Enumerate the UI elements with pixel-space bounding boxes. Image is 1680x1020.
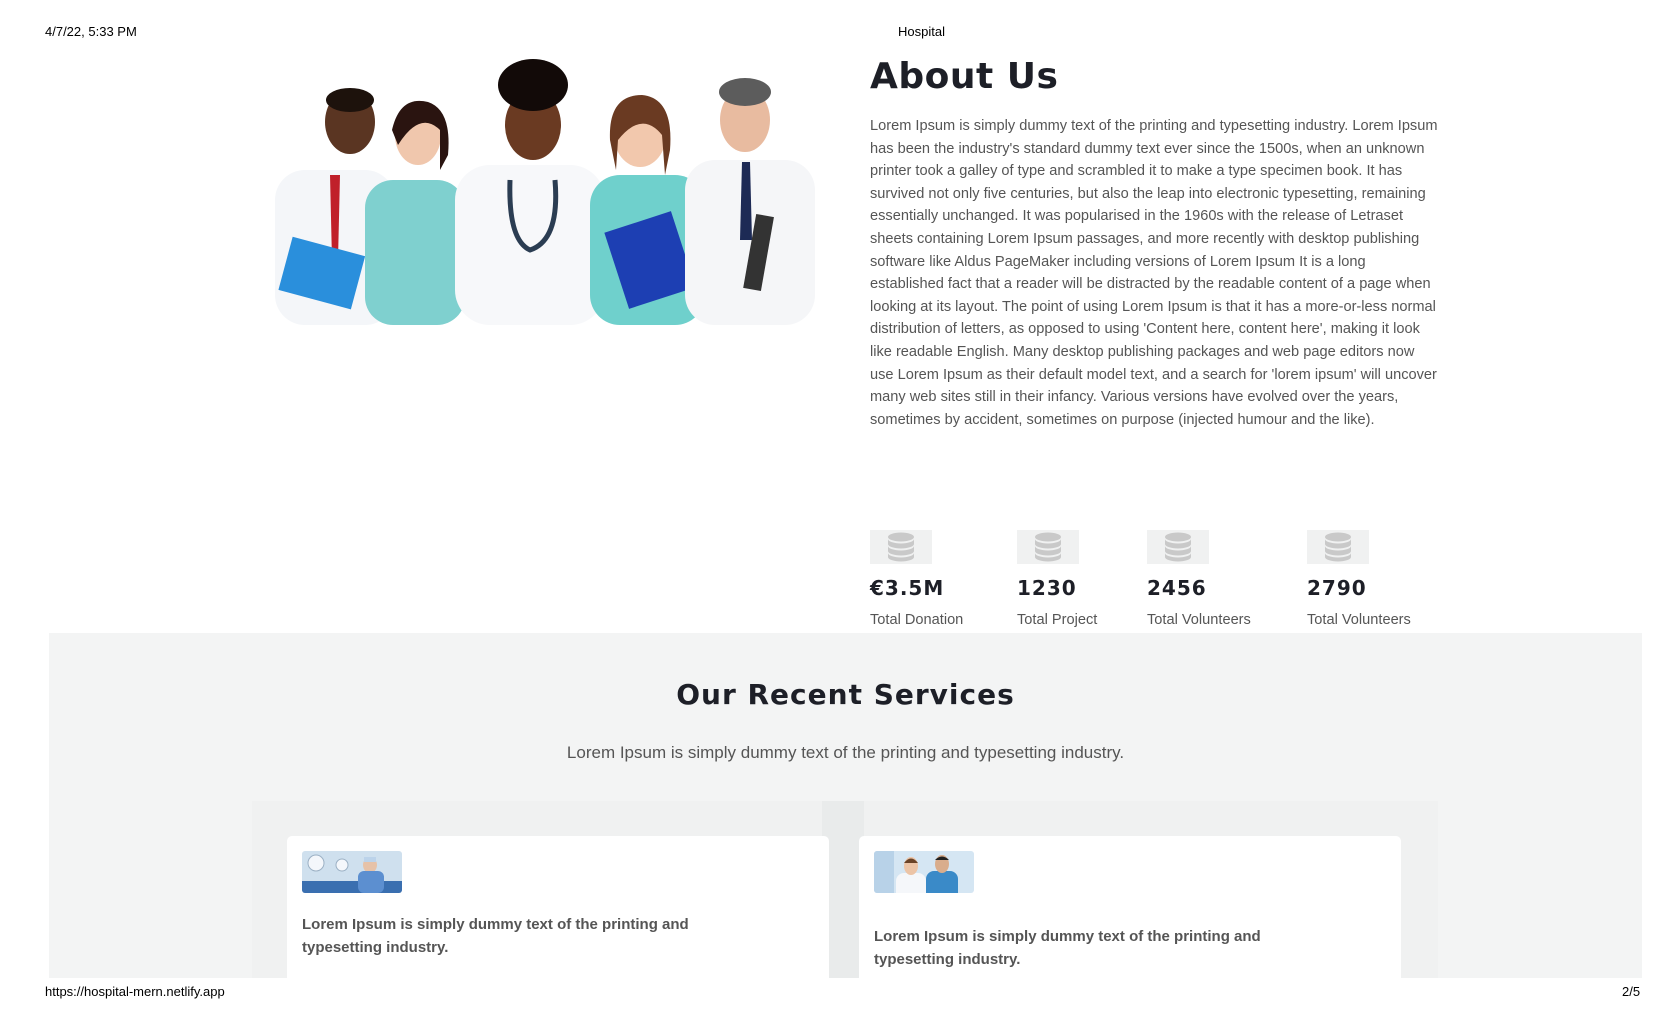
services-title: Our Recent Services bbox=[676, 678, 1015, 711]
doctors-group-image bbox=[270, 50, 820, 325]
stat-total-project: 1230 Total Project bbox=[1017, 530, 1097, 628]
print-page-title: Hospital bbox=[898, 24, 945, 39]
services-section: Our Recent Services Lorem Ipsum is simpl… bbox=[49, 633, 1642, 978]
stat-label: Total Project bbox=[1017, 612, 1098, 628]
database-icon bbox=[1017, 530, 1079, 564]
stat-value: 1230 bbox=[1017, 576, 1077, 600]
service-card[interactable]: Lorem Ipsum is simply dummy text of the … bbox=[287, 836, 829, 978]
database-icon bbox=[870, 530, 932, 564]
print-url: https://hospital-mern.netlify.app bbox=[45, 984, 225, 999]
database-icon bbox=[1307, 530, 1369, 564]
stat-value: 2790 bbox=[1307, 576, 1367, 600]
print-page-number: 2/5 bbox=[1622, 984, 1641, 999]
stat-total-volunteers: 2456 Total Volunteers bbox=[1147, 530, 1251, 628]
stat-value: €3.5M bbox=[870, 576, 945, 600]
stat-total-volunteers-2: 2790 Total Volunteers bbox=[1307, 530, 1411, 628]
about-section: About Us Lorem Ipsum is simply dummy tex… bbox=[870, 56, 1440, 431]
service-card[interactable]: Lorem Ipsum is simply dummy text of the … bbox=[859, 836, 1401, 978]
service-card-text: Lorem Ipsum is simply dummy text of the … bbox=[874, 928, 1261, 968]
stat-label: Total Volunteers bbox=[1307, 612, 1411, 628]
surgeon-photo bbox=[302, 851, 402, 893]
print-date: 4/7/22, 5:33 PM bbox=[45, 24, 137, 39]
stat-label: Total Donation bbox=[870, 612, 964, 628]
stats-row: €3.5M Total Donation 1230 Total Project … bbox=[870, 530, 1470, 630]
doctors-pair-photo bbox=[874, 851, 974, 893]
stat-label: Total Volunteers bbox=[1147, 612, 1251, 628]
services-subtitle: Lorem Ipsum is simply dummy text of the … bbox=[566, 743, 1125, 762]
stat-value: 2456 bbox=[1147, 576, 1207, 600]
services-cards: Lorem Ipsum is simply dummy text of the … bbox=[252, 801, 1438, 978]
stat-total-donation: €3.5M Total Donation bbox=[870, 530, 963, 628]
database-icon bbox=[1147, 530, 1209, 564]
service-card-text: Lorem Ipsum is simply dummy text of the … bbox=[302, 916, 689, 956]
about-body: Lorem Ipsum is simply dummy text of the … bbox=[870, 118, 1438, 428]
about-title: About Us bbox=[870, 56, 1059, 97]
